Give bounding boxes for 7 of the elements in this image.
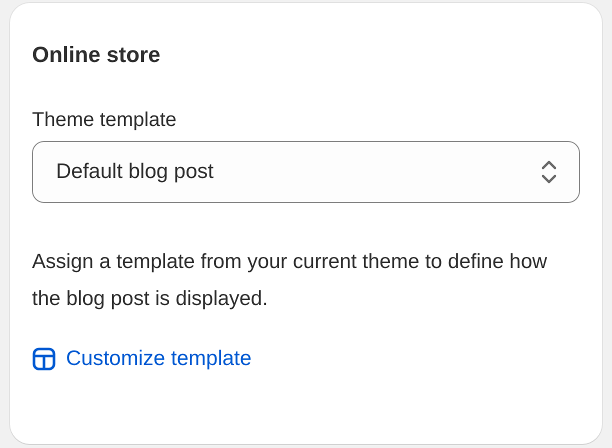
help-text: Assign a template from your current theme to define how the blog post is displayed. xyxy=(32,249,548,312)
template-select[interactable]: Default blog post xyxy=(32,141,580,203)
chevron-up-down-icon xyxy=(541,160,557,184)
customize-template-link[interactable]: Customize template xyxy=(32,347,252,371)
layout-icon xyxy=(32,347,56,371)
card-title: Online store xyxy=(32,41,162,69)
field-label: Theme template xyxy=(32,108,177,133)
